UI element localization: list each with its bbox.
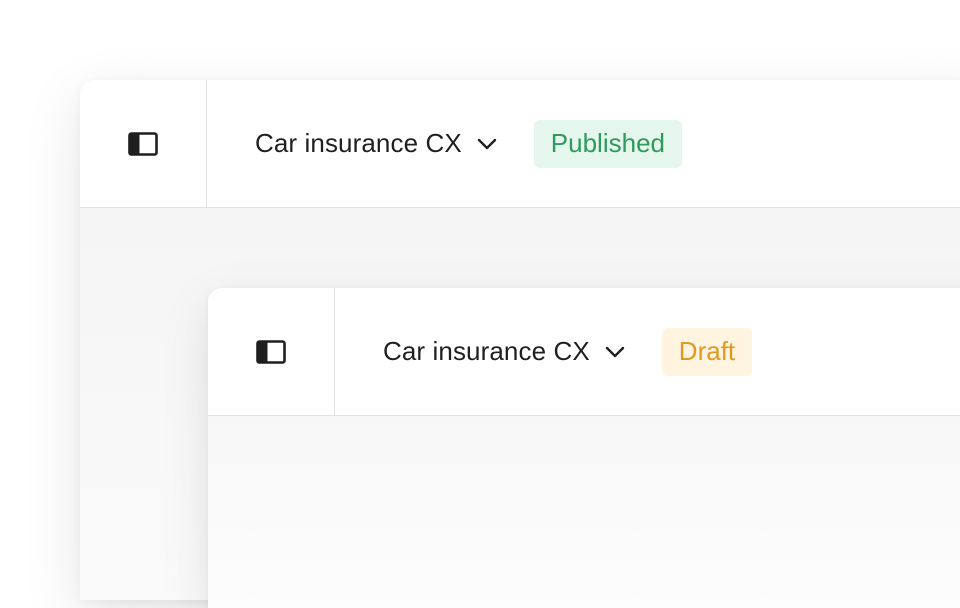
status-label: Draft — [678, 336, 736, 366]
project-title: Car insurance CX — [383, 336, 590, 366]
project-selector[interactable]: Car insurance CX — [383, 336, 626, 367]
sidebar-toggle-icon — [128, 131, 158, 156]
status-label: Published — [550, 128, 665, 158]
sidebar-toggle-button[interactable] — [80, 80, 207, 207]
status-badge: Published — [533, 119, 682, 168]
project-selector[interactable]: Car insurance CX — [255, 128, 498, 159]
top-bar: Car insurance CX Published — [80, 80, 960, 208]
project-window-draft: Car insurance CX Draft — [208, 288, 960, 608]
chevron-down-icon — [605, 346, 624, 357]
sidebar-toggle-icon — [256, 339, 286, 364]
chevron-down-icon — [477, 138, 496, 149]
project-title: Car insurance CX — [255, 128, 462, 158]
sidebar-toggle-button[interactable] — [208, 288, 335, 415]
status-badge: Draft — [661, 327, 753, 376]
top-bar: Car insurance CX Draft — [208, 288, 960, 416]
